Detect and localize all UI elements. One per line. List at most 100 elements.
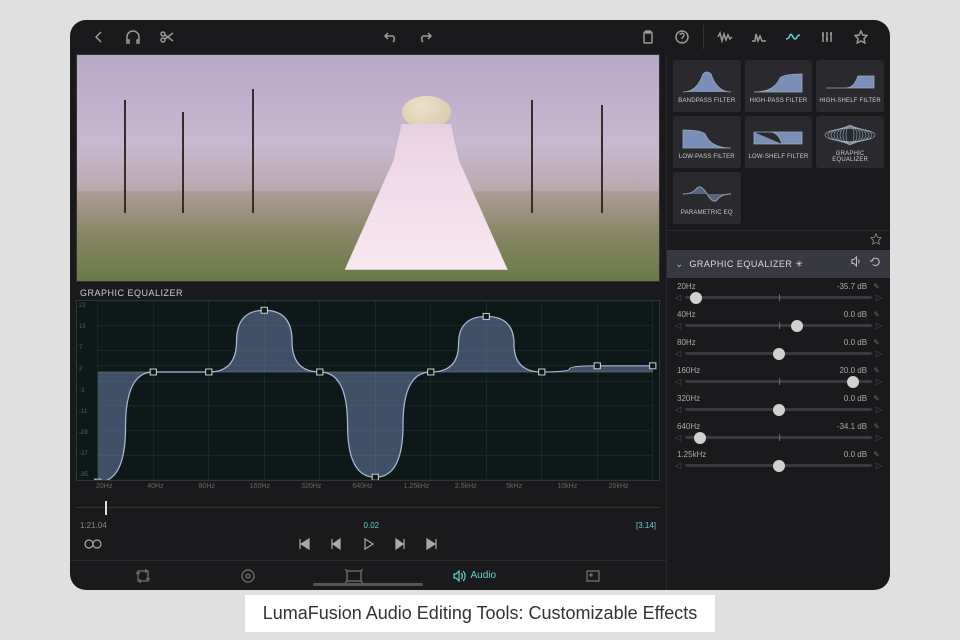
dec-button[interactable]: ◁ [675, 293, 681, 302]
inc-button[interactable]: ▷ [876, 405, 882, 414]
wave1-icon[interactable] [712, 24, 738, 50]
tab-info[interactable] [585, 569, 601, 583]
eq-sliders: 20Hz -35.7 dB ✎ ◁ ▷ 40Hz 0.0 dB ✎ ◁ ▷ 80… [667, 278, 890, 590]
slider-thumb[interactable] [791, 320, 803, 332]
filter-lowpass[interactable]: LOW-PASS FILTER [673, 116, 741, 168]
slider-thumb[interactable] [694, 432, 706, 444]
band-freq: 160Hz [677, 366, 700, 375]
loop-button[interactable] [84, 537, 102, 555]
inc-button[interactable]: ▷ [876, 321, 882, 330]
eq-chart[interactable]: 231572-3-11-19-27-35 [76, 300, 660, 481]
band-gain: 0.0 dB ✎ [844, 310, 880, 319]
eq-chart-title: GRAPHIC EQUALIZER [76, 286, 660, 300]
chevron-down-icon[interactable]: ⌄ [675, 259, 683, 270]
band-slider[interactable] [685, 408, 872, 411]
filter-grid: BANDPASS FILTERHIGH-PASS FILTERHIGH-SHEL… [667, 54, 890, 230]
eq-band-1: 40Hz 0.0 dB ✎ ◁ ▷ [675, 306, 882, 334]
wave2-icon[interactable] [746, 24, 772, 50]
band-gain: -34.1 dB ✎ [837, 422, 880, 431]
dec-button[interactable]: ◁ [675, 405, 681, 414]
band-slider[interactable] [685, 324, 872, 327]
dec-button[interactable]: ◁ [675, 321, 681, 330]
dec-button[interactable]: ◁ [675, 433, 681, 442]
eq-chart-panel: GRAPHIC EQUALIZER 231572-3-11-19-27-35 2… [76, 286, 660, 497]
bottom-tabbar: Audio [70, 560, 666, 590]
slider-thumb[interactable] [773, 348, 785, 360]
playhead[interactable] [105, 501, 107, 515]
time-offset: 0.02 [107, 521, 636, 530]
filter-bandpass[interactable]: BANDPASS FILTER [673, 60, 741, 112]
band-freq: 640Hz [677, 422, 700, 431]
band-gain: 0.0 dB ✎ [844, 450, 880, 459]
band-gain: 20.0 dB ✎ [839, 366, 880, 375]
step-fwd-button[interactable] [393, 537, 407, 556]
star-outline-icon[interactable] [870, 232, 882, 250]
inc-button[interactable]: ▷ [876, 293, 882, 302]
filter-highpass[interactable]: HIGH-PASS FILTER [745, 60, 813, 112]
headphones-icon[interactable] [120, 24, 146, 50]
eq-band-6: 1.25kHz 0.0 dB ✎ ◁ ▷ [675, 446, 882, 474]
inc-button[interactable]: ▷ [876, 433, 882, 442]
undo-icon[interactable] [378, 24, 404, 50]
band-slider[interactable] [685, 352, 872, 355]
slider-thumb[interactable] [773, 460, 785, 472]
filter-parametric[interactable]: PARAMETRIC EQ [673, 172, 741, 224]
slider-thumb[interactable] [690, 292, 702, 304]
effect-title: GRAPHIC EQUALIZER ✳ [689, 259, 844, 270]
band-slider[interactable] [685, 296, 872, 299]
eq-curve-icon[interactable] [780, 24, 806, 50]
dec-button[interactable]: ◁ [675, 461, 681, 470]
tab-crop[interactable] [135, 568, 151, 584]
band-freq: 20Hz [677, 282, 696, 291]
caption: LumaFusion Audio Editing Tools: Customiz… [0, 595, 960, 632]
band-slider[interactable] [685, 436, 872, 439]
filter-graphiceq[interactable]: GRAPHIC EQUALIZER [816, 116, 884, 168]
home-indicator [313, 583, 423, 586]
skip-back-button[interactable] [297, 537, 311, 556]
time-display: 1:21.04 0.02 [3.14] [70, 519, 666, 532]
dec-button[interactable]: ◁ [675, 349, 681, 358]
skip-fwd-button[interactable] [425, 537, 439, 556]
eq-band-2: 80Hz 0.0 dB ✎ ◁ ▷ [675, 334, 882, 362]
effect-header: ⌄ GRAPHIC EQUALIZER ✳ [667, 250, 890, 278]
timeline-scrubber[interactable] [76, 499, 660, 519]
band-slider[interactable] [685, 464, 872, 467]
tab-frame[interactable] [345, 569, 363, 583]
band-gain: 0.0 dB ✎ [844, 394, 880, 403]
inc-button[interactable]: ▷ [876, 461, 882, 470]
scissors-icon[interactable] [154, 24, 180, 50]
star-icon[interactable] [848, 24, 874, 50]
eq-band-3: 160Hz 20.0 dB ✎ ◁ ▷ [675, 362, 882, 390]
tab-audio[interactable]: Audio [452, 569, 496, 583]
top-toolbar [70, 20, 890, 54]
favorites-row [667, 230, 890, 250]
band-freq: 40Hz [677, 310, 696, 319]
time-end: [3.14] [636, 521, 656, 530]
filter-highshelf[interactable]: HIGH-SHELF FILTER [816, 60, 884, 112]
redo-icon[interactable] [412, 24, 438, 50]
speaker-icon[interactable] [850, 255, 863, 273]
effects-panel: BANDPASS FILTERHIGH-PASS FILTERHIGH-SHEL… [666, 54, 890, 590]
step-back-button[interactable] [329, 537, 343, 556]
clipboard-icon[interactable] [635, 24, 661, 50]
inc-button[interactable]: ▷ [876, 349, 882, 358]
band-gain: -35.7 dB ✎ [837, 282, 880, 291]
band-freq: 1.25kHz [677, 450, 706, 459]
reset-icon[interactable] [869, 255, 882, 273]
slider-thumb[interactable] [773, 404, 785, 416]
eq-band-4: 320Hz 0.0 dB ✎ ◁ ▷ [675, 390, 882, 418]
band-slider[interactable] [685, 380, 872, 383]
slider-thumb[interactable] [847, 376, 859, 388]
band-gain: 0.0 dB ✎ [844, 338, 880, 347]
tab-color[interactable] [240, 568, 256, 584]
time-current: 1:21.04 [80, 521, 107, 530]
back-icon[interactable] [86, 24, 112, 50]
help-icon[interactable] [669, 24, 695, 50]
transport-controls [70, 532, 666, 560]
play-button[interactable] [361, 537, 375, 556]
sliders-icon[interactable] [814, 24, 840, 50]
video-preview[interactable] [76, 54, 660, 282]
dec-button[interactable]: ◁ [675, 377, 681, 386]
inc-button[interactable]: ▷ [876, 377, 882, 386]
filter-lowshelf[interactable]: LOW-SHELF FILTER [745, 116, 813, 168]
